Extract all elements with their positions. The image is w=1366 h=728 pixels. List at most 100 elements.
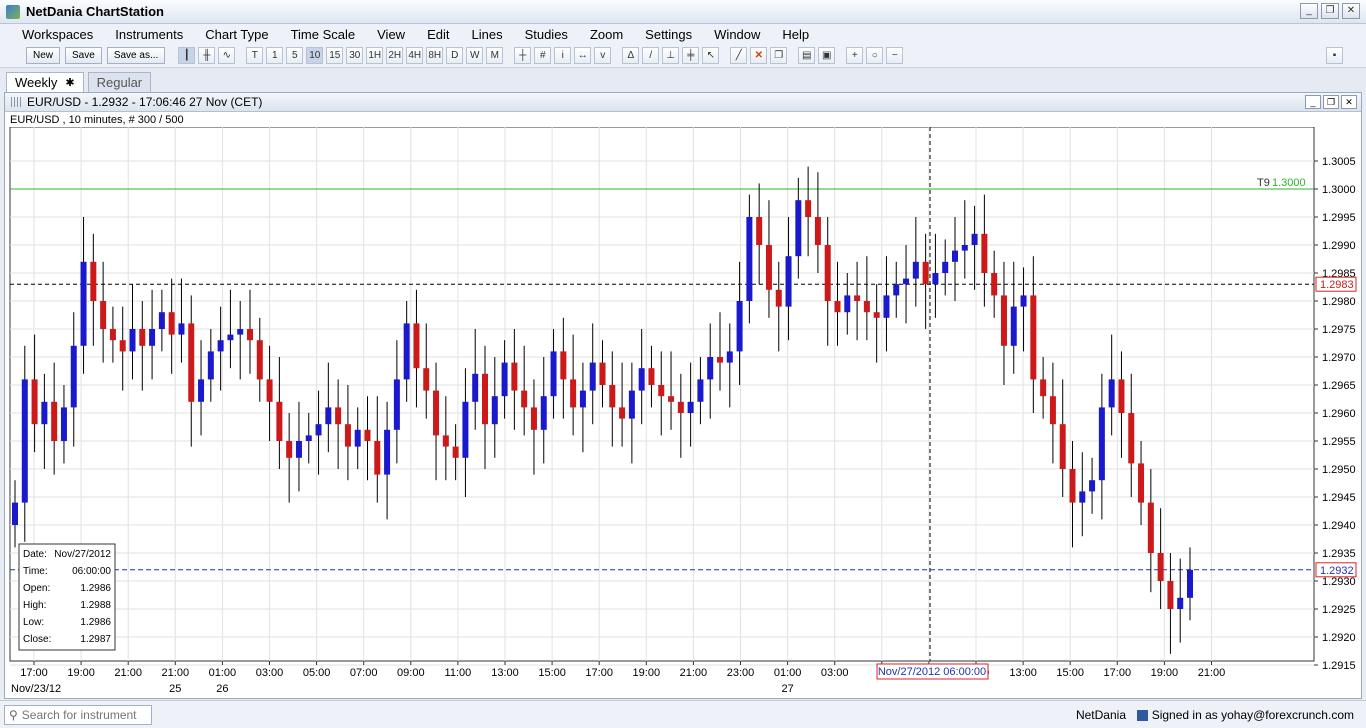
zoom-icon[interactable]: ○ bbox=[866, 47, 884, 64]
volume-icon[interactable]: v bbox=[594, 47, 612, 64]
bar-up bbox=[912, 261, 919, 279]
timescale-10[interactable]: 10 bbox=[306, 47, 324, 64]
new-button[interactable]: New bbox=[26, 47, 61, 64]
cursor-icon[interactable]: ↖ bbox=[702, 47, 720, 64]
window-controls: _ ❐ ✕ bbox=[1300, 3, 1360, 19]
panel-icon[interactable]: ▪ bbox=[1326, 47, 1343, 64]
bar-up bbox=[795, 200, 802, 257]
timescale-30[interactable]: 30 bbox=[346, 47, 364, 64]
timescale-d[interactable]: D bbox=[446, 47, 464, 64]
delete-icon[interactable]: ✕ bbox=[750, 47, 768, 64]
timescale-1h[interactable]: 1H bbox=[366, 47, 384, 64]
info-icon[interactable]: i bbox=[554, 47, 572, 64]
zoom-in-icon[interactable]: + bbox=[846, 47, 864, 64]
timescale-8h[interactable]: 8H bbox=[426, 47, 444, 64]
close-icon[interactable]: ✱ bbox=[65, 76, 74, 89]
menu-view[interactable]: View bbox=[377, 27, 405, 42]
data-box-value: 1.2988 bbox=[80, 600, 111, 611]
bar-up bbox=[237, 329, 244, 335]
y-tick-label: 1.2975 bbox=[1322, 324, 1356, 336]
bar-down bbox=[1049, 396, 1056, 425]
data-box-key: Time: bbox=[23, 566, 48, 577]
chart-close-button[interactable]: ✕ bbox=[1341, 95, 1357, 109]
menu-window[interactable]: Window bbox=[714, 27, 760, 42]
minimize-button[interactable]: _ bbox=[1300, 3, 1318, 19]
timescale-t[interactable]: T bbox=[246, 47, 264, 64]
toolbar: New Save Save as... ┃ ╫ ∿ T 1 5 10 15 30… bbox=[0, 44, 1366, 68]
copy-icon[interactable]: ❐ bbox=[770, 47, 788, 64]
bar-up bbox=[491, 396, 498, 425]
menu-chart-type[interactable]: Chart Type bbox=[205, 27, 268, 42]
x-tick-label: 21:00 bbox=[680, 667, 708, 679]
menu-studies[interactable]: Studies bbox=[525, 27, 568, 42]
bar-down bbox=[981, 233, 988, 273]
fibonacci-icon[interactable]: ⊥ bbox=[662, 47, 680, 64]
timescale-1[interactable]: 1 bbox=[266, 47, 284, 64]
channel-icon[interactable]: ╪ bbox=[682, 47, 700, 64]
bell-icon[interactable]: Δ bbox=[622, 47, 640, 64]
search-input[interactable] bbox=[21, 708, 142, 722]
draw-line-icon[interactable]: ╱ bbox=[730, 47, 748, 64]
bar-up bbox=[1089, 480, 1096, 492]
bars-icon[interactable]: ┃ bbox=[178, 47, 196, 64]
bar-up bbox=[227, 334, 234, 341]
bar-down bbox=[530, 407, 537, 430]
save-button[interactable]: Save bbox=[65, 47, 102, 64]
x-date-label: 27 bbox=[781, 683, 793, 695]
line-icon[interactable]: ∿ bbox=[218, 47, 236, 64]
bar-up bbox=[70, 345, 77, 408]
save-as-button[interactable]: Save as... bbox=[106, 47, 166, 64]
maximize-button[interactable]: ❐ bbox=[1321, 3, 1339, 19]
scroll-icon[interactable]: ↔ bbox=[574, 47, 592, 64]
price-label: 1.2983 bbox=[1320, 279, 1354, 291]
data-box-value: 1.2987 bbox=[80, 634, 111, 645]
bar-up bbox=[80, 261, 87, 346]
x-tick-label: 01:00 bbox=[209, 667, 237, 679]
crosshair-x-label: Nov/27/2012 06:00:00 bbox=[878, 666, 986, 678]
close-button[interactable]: ✕ bbox=[1342, 3, 1360, 19]
menu-edit[interactable]: Edit bbox=[427, 27, 449, 42]
timescale-m[interactable]: M bbox=[486, 47, 504, 64]
x-tick-label: 21:00 bbox=[162, 667, 190, 679]
menu-zoom[interactable]: Zoom bbox=[590, 27, 623, 42]
menu-help[interactable]: Help bbox=[782, 27, 809, 42]
tab-label: Weekly bbox=[15, 75, 58, 90]
y-tick-label: 1.3000 bbox=[1322, 184, 1356, 196]
timescale-15[interactable]: 15 bbox=[326, 47, 344, 64]
x-tick-label: 15:00 bbox=[538, 667, 566, 679]
menu-workspaces[interactable]: Workspaces bbox=[22, 27, 93, 42]
zoom-out-icon[interactable]: − bbox=[886, 47, 904, 64]
y-tick-label: 1.2950 bbox=[1322, 464, 1356, 476]
tab-regular[interactable]: Regular bbox=[87, 72, 152, 92]
bar-up bbox=[1098, 407, 1105, 481]
preview-icon[interactable]: ▣ bbox=[818, 47, 836, 64]
bar-down bbox=[442, 435, 449, 447]
status-bar: ⚲ NetDania Signed in as yohay@forexcrunc… bbox=[0, 700, 1366, 728]
menu-time-scale[interactable]: Time Scale bbox=[291, 27, 356, 42]
menu-lines[interactable]: Lines bbox=[471, 27, 502, 42]
grip-icon[interactable] bbox=[11, 97, 21, 107]
timescale-2h[interactable]: 2H bbox=[386, 47, 404, 64]
bar-down bbox=[1167, 581, 1174, 609]
price-chart[interactable]: 1.30051.30001.29951.29901.29851.29801.29… bbox=[5, 127, 1361, 699]
menu-instruments[interactable]: Instruments bbox=[115, 27, 183, 42]
bar-up bbox=[129, 329, 136, 352]
chart-maximize-button[interactable]: ❐ bbox=[1323, 95, 1339, 109]
bar-up bbox=[550, 351, 557, 397]
candles-icon[interactable]: ╫ bbox=[198, 47, 216, 64]
x-tick-label: 13:00 bbox=[1009, 667, 1037, 679]
print-icon[interactable]: ▤ bbox=[798, 47, 816, 64]
tab-weekly[interactable]: Weekly ✱ bbox=[6, 72, 84, 92]
menu-settings[interactable]: Settings bbox=[645, 27, 692, 42]
x-tick-label: 13:00 bbox=[491, 667, 519, 679]
search-box[interactable]: ⚲ bbox=[4, 705, 152, 725]
chart-minimize-button[interactable]: _ bbox=[1305, 95, 1321, 109]
trendline-icon[interactable]: / bbox=[642, 47, 660, 64]
crosshair-icon[interactable]: ┼ bbox=[514, 47, 532, 64]
timescale-w[interactable]: W bbox=[466, 47, 484, 64]
grid-icon[interactable]: # bbox=[534, 47, 552, 64]
timescale-5[interactable]: 5 bbox=[286, 47, 304, 64]
bar-up bbox=[198, 379, 205, 402]
bar-down bbox=[609, 385, 616, 408]
timescale-4h[interactable]: 4H bbox=[406, 47, 424, 64]
